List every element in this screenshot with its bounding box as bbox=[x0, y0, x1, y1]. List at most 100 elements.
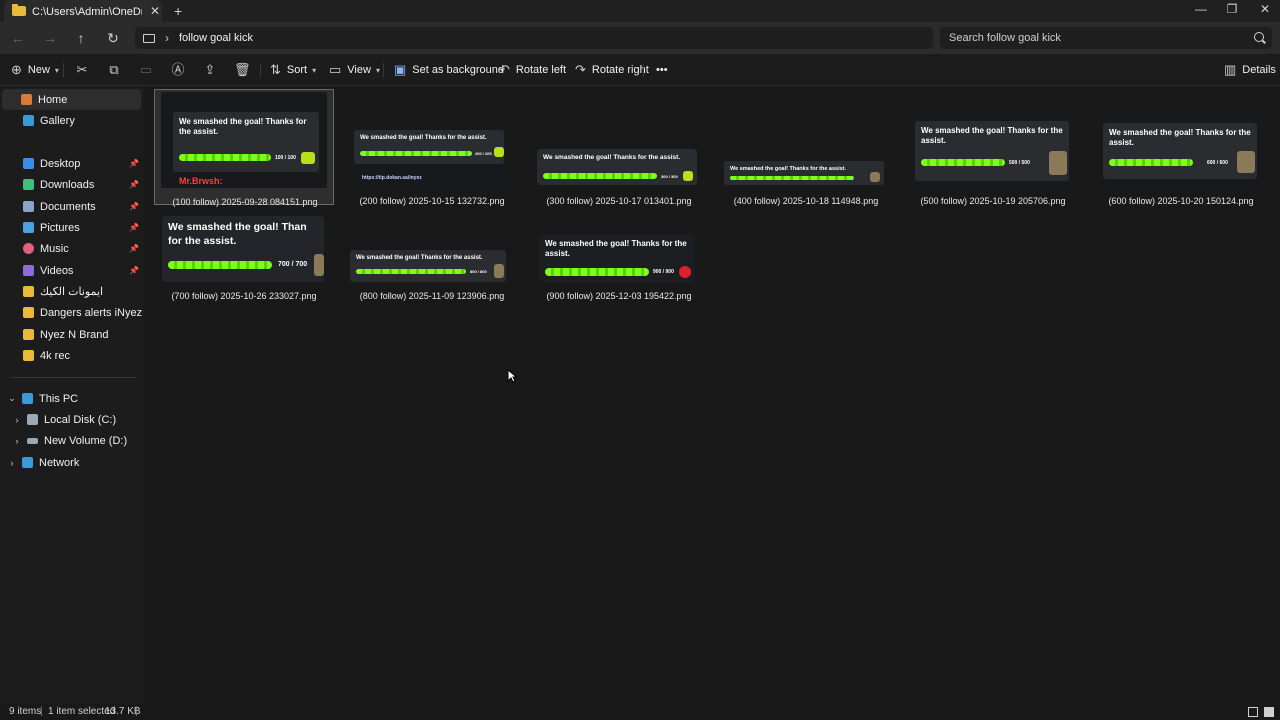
share-icon[interactable]: ⇪ bbox=[202, 62, 218, 78]
cut-icon[interactable]: ✂ bbox=[74, 62, 90, 78]
file-tile[interactable]: We smashed the goal! Thanks for the assi… bbox=[154, 89, 335, 207]
up-button[interactable]: ↑ bbox=[72, 29, 90, 47]
sidebar-item-gallery[interactable]: Gallery bbox=[0, 110, 145, 131]
sidebar-divider bbox=[10, 377, 136, 378]
sidebar-item-network[interactable]: › Network bbox=[0, 452, 145, 473]
file-explorer-window: C:\Users\Admin\OneDrive\تب ✕ + — ❐ ✕ ← →… bbox=[0, 0, 1280, 720]
file-tile[interactable]: We smashed the goal! Than for the assist… bbox=[154, 210, 334, 326]
set-as-background-button[interactable]: ▣ Set as background bbox=[394, 62, 504, 78]
mouse-cursor-icon bbox=[507, 369, 517, 383]
file-name[interactable]: (200 follow) 2025-10-15 132732.png bbox=[342, 196, 522, 206]
refresh-button[interactable]: ↻ bbox=[104, 29, 122, 47]
sidebar-item-home[interactable]: Home bbox=[2, 89, 141, 110]
sidebar-item-folder[interactable]: ايمونات الكيك bbox=[0, 281, 145, 302]
file-tile[interactable]: We smashed the goal! Thanks for the assi… bbox=[342, 89, 522, 206]
large-icons-view-icon[interactable] bbox=[1264, 707, 1274, 717]
sidebar-item-label: New Volume (D:) bbox=[44, 434, 128, 447]
sidebar-item-videos[interactable]: Videos 📌 bbox=[0, 260, 145, 281]
file-name[interactable]: (800 follow) 2025-11-09 123906.png bbox=[342, 291, 522, 301]
maximize-button[interactable]: ❐ bbox=[1217, 2, 1247, 16]
sort-label: Sort bbox=[286, 64, 308, 76]
pin-icon[interactable]: 📌 bbox=[129, 180, 139, 189]
file-name[interactable]: (400 follow) 2025-10-18 114948.png bbox=[716, 196, 896, 206]
pin-icon[interactable]: 📌 bbox=[129, 244, 139, 253]
chevron-down-icon[interactable]: ⌄ bbox=[6, 393, 18, 404]
chevron-right-icon[interactable]: › bbox=[165, 31, 169, 45]
tip-link: https://tip.dokan.sa/inyez bbox=[362, 175, 422, 181]
thumbnail-message: We smashed the goal! Thanks for the assi… bbox=[356, 255, 483, 261]
search-icon[interactable] bbox=[1254, 32, 1264, 42]
this-pc-icon bbox=[143, 33, 155, 43]
thumbnail-message: We smashed the goal! Thanks for the assi… bbox=[730, 166, 847, 172]
chevron-right-icon[interactable]: › bbox=[11, 415, 23, 425]
pin-icon[interactable]: 📌 bbox=[129, 159, 139, 168]
minimize-button[interactable]: — bbox=[1186, 2, 1216, 16]
close-window-button[interactable]: ✕ bbox=[1250, 2, 1280, 16]
file-name[interactable]: (100 follow) 2025-09-28 084151.png bbox=[155, 197, 335, 207]
avatar-icon bbox=[314, 254, 324, 276]
file-name[interactable]: (700 follow) 2025-10-26 233027.png bbox=[154, 291, 334, 301]
sidebar-item-downloads[interactable]: Downloads 📌 bbox=[0, 174, 145, 195]
file-name[interactable]: (600 follow) 2025-10-20 150124.png bbox=[1091, 196, 1271, 206]
file-name[interactable]: (300 follow) 2025-10-17 013401.png bbox=[529, 196, 709, 206]
thumbnail-card: We smashed the goal! Thanks for the assi… bbox=[350, 250, 506, 282]
more-options-button[interactable]: ••• bbox=[656, 62, 668, 78]
pin-icon[interactable]: 📌 bbox=[129, 223, 139, 232]
drive-icon bbox=[27, 437, 38, 444]
forward-button[interactable]: → bbox=[41, 29, 59, 47]
sidebar-item-pictures[interactable]: Pictures 📌 bbox=[0, 217, 145, 238]
rotate-right-button[interactable]: ↷ Rotate right bbox=[575, 62, 649, 78]
details-icon: ▥ bbox=[1224, 62, 1237, 77]
paste-icon[interactable]: ▭ bbox=[138, 62, 154, 78]
file-thumbnail: We smashed the goal! Thanks for the assi… bbox=[537, 230, 697, 284]
sidebar-item-local-disk[interactable]: › Local Disk (C:) bbox=[0, 409, 145, 430]
file-name[interactable]: (500 follow) 2025-10-19 205706.png bbox=[903, 196, 1083, 206]
set-background-label: Set as background bbox=[412, 64, 505, 76]
sidebar-item-documents[interactable]: Documents 📌 bbox=[0, 196, 145, 217]
sidebar-item-music[interactable]: Music 📌 bbox=[0, 238, 145, 259]
rotate-left-button[interactable]: ↶ Rotate left bbox=[499, 62, 566, 78]
sidebar-item-folder[interactable]: Dangers alerts iNyez bbox=[0, 302, 145, 323]
copy-icon[interactable]: ⧉ bbox=[106, 62, 122, 78]
details-button[interactable]: ▥ Details bbox=[1224, 62, 1276, 78]
toolbar-divider bbox=[643, 63, 644, 77]
new-tab-button[interactable]: + bbox=[174, 3, 182, 19]
progress-bar bbox=[360, 151, 472, 156]
chevron-right-icon[interactable]: › bbox=[6, 458, 18, 468]
details-view-icon[interactable] bbox=[1248, 707, 1258, 717]
search-input[interactable]: Search follow goal kick bbox=[940, 27, 1272, 49]
file-tile[interactable]: We smashed the goal! Thanks for the assi… bbox=[342, 210, 522, 326]
file-name[interactable]: (900 follow) 2025-12-03 195422.png bbox=[529, 291, 709, 301]
delete-icon[interactable]: 🗑 bbox=[234, 62, 251, 78]
back-button[interactable]: ← bbox=[9, 29, 27, 47]
new-button[interactable]: ⊕ New ▾ bbox=[11, 62, 59, 78]
file-tile[interactable]: We smashed the goal! Thanks for the assi… bbox=[903, 89, 1083, 206]
file-tile[interactable]: We smashed the goal! Thanks for the assi… bbox=[529, 89, 709, 206]
view-button[interactable]: ▭ View ▾ bbox=[329, 62, 380, 78]
toolbar-divider bbox=[63, 63, 64, 77]
new-icon: ⊕ bbox=[11, 62, 22, 77]
avatar-icon bbox=[1237, 151, 1255, 173]
rename-icon[interactable]: Ⓐ bbox=[170, 62, 186, 78]
sidebar-item-this-pc[interactable]: ⌄ This PC bbox=[0, 388, 145, 409]
address-input[interactable]: › follow goal kick bbox=[135, 27, 933, 49]
goal-count: 300 / 300 bbox=[661, 174, 678, 179]
sidebar-item-folder[interactable]: Nyez N Brand bbox=[0, 324, 145, 345]
breadcrumb-current[interactable]: follow goal kick bbox=[179, 32, 253, 44]
pin-icon[interactable]: 📌 bbox=[129, 202, 139, 211]
sidebar-item-folder[interactable]: 4k rec bbox=[0, 345, 145, 366]
explorer-tab[interactable]: C:\Users\Admin\OneDrive\تب ✕ bbox=[4, 0, 162, 22]
folder-icon bbox=[23, 307, 34, 318]
tab-close-icon[interactable]: ✕ bbox=[150, 4, 160, 18]
file-tile[interactable]: We smashed the goal! Thanks for the assi… bbox=[1091, 89, 1271, 206]
chevron-right-icon[interactable]: › bbox=[11, 436, 23, 446]
navigation-pane: Home Gallery Desktop 📌 Downloads 📌 Docum… bbox=[0, 86, 145, 704]
sidebar-item-new-volume[interactable]: › New Volume (D:) bbox=[0, 430, 145, 451]
file-tile[interactable]: We smashed the goal! Thanks for the assi… bbox=[529, 210, 709, 326]
file-tile[interactable]: We smashed the goal! Thanks for the assi… bbox=[716, 89, 896, 206]
sidebar-item-desktop[interactable]: Desktop 📌 bbox=[0, 153, 145, 174]
pin-icon[interactable]: 📌 bbox=[129, 266, 139, 275]
sort-button[interactable]: ⇅ Sort ▾ bbox=[270, 62, 316, 78]
downloads-icon bbox=[23, 179, 34, 190]
new-label: New bbox=[27, 64, 50, 76]
